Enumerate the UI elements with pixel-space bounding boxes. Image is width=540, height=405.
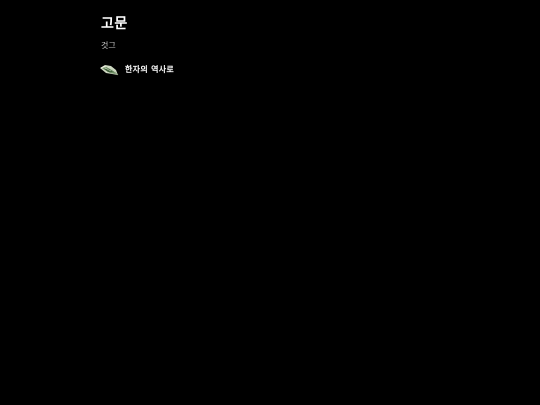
list-item-label: 한자의 역사로 xyxy=(125,65,175,74)
page-title: 고문 xyxy=(101,16,128,32)
page-subtitle: 것그 xyxy=(101,41,116,50)
fan-thumbnail-icon xyxy=(99,62,119,78)
app-screen: 고문 것그 한자의 역사로 xyxy=(0,0,540,405)
list-item[interactable]: 한자의 역사로 xyxy=(99,61,174,79)
